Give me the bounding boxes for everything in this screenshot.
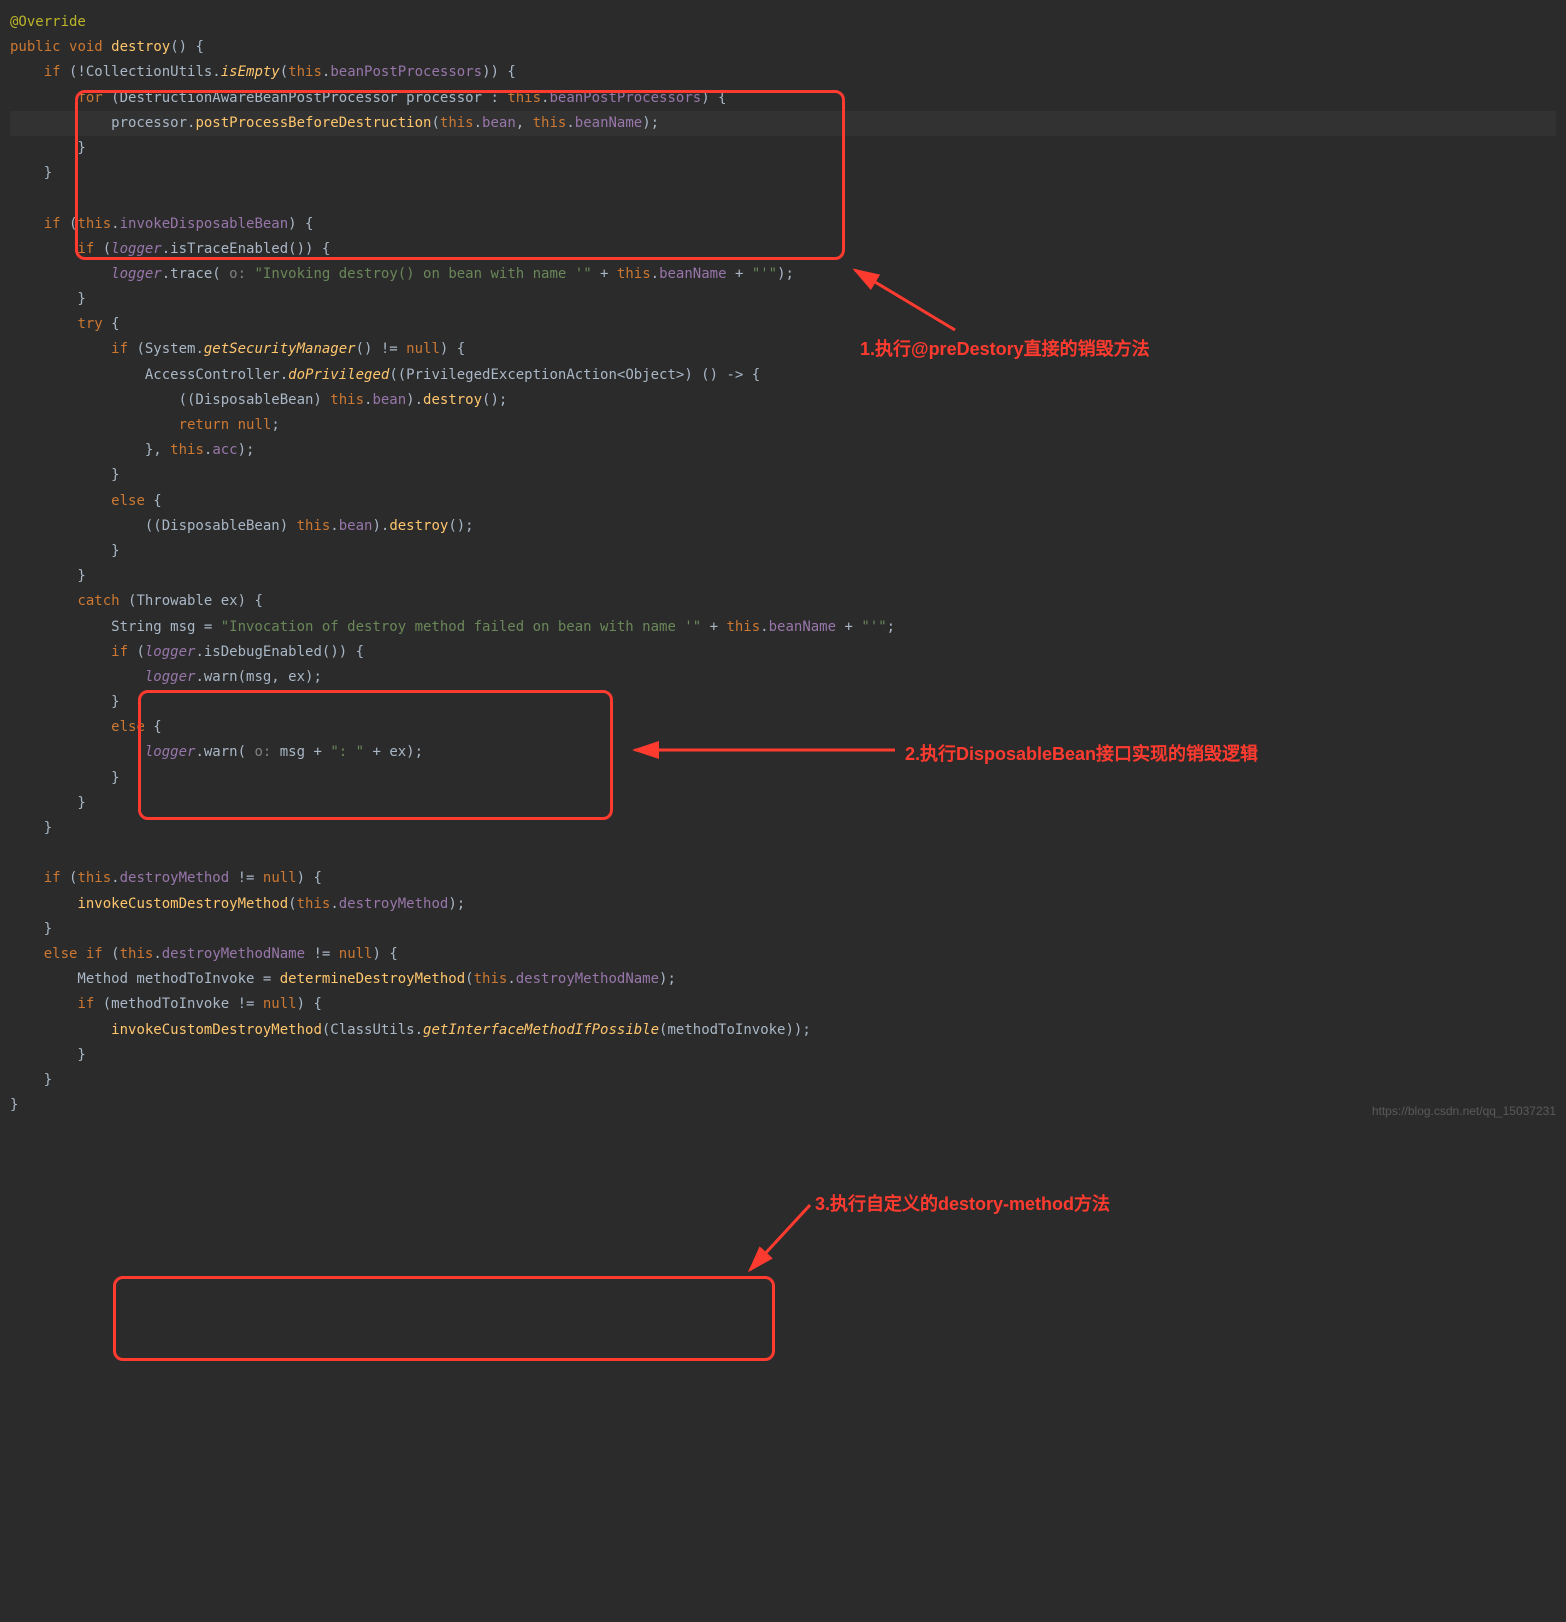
highlight-box-3 bbox=[113, 1276, 775, 1361]
arrow-3 bbox=[740, 1200, 820, 1280]
code-block: @Override public void destroy() { if (!C… bbox=[10, 10, 1556, 1118]
annotation-label-3: 3.执行自定义的destory-method方法 bbox=[815, 1190, 1110, 1216]
annotation: @Override bbox=[10, 14, 86, 30]
watermark: https://blog.csdn.net/qq_15037231 bbox=[1372, 1104, 1556, 1118]
